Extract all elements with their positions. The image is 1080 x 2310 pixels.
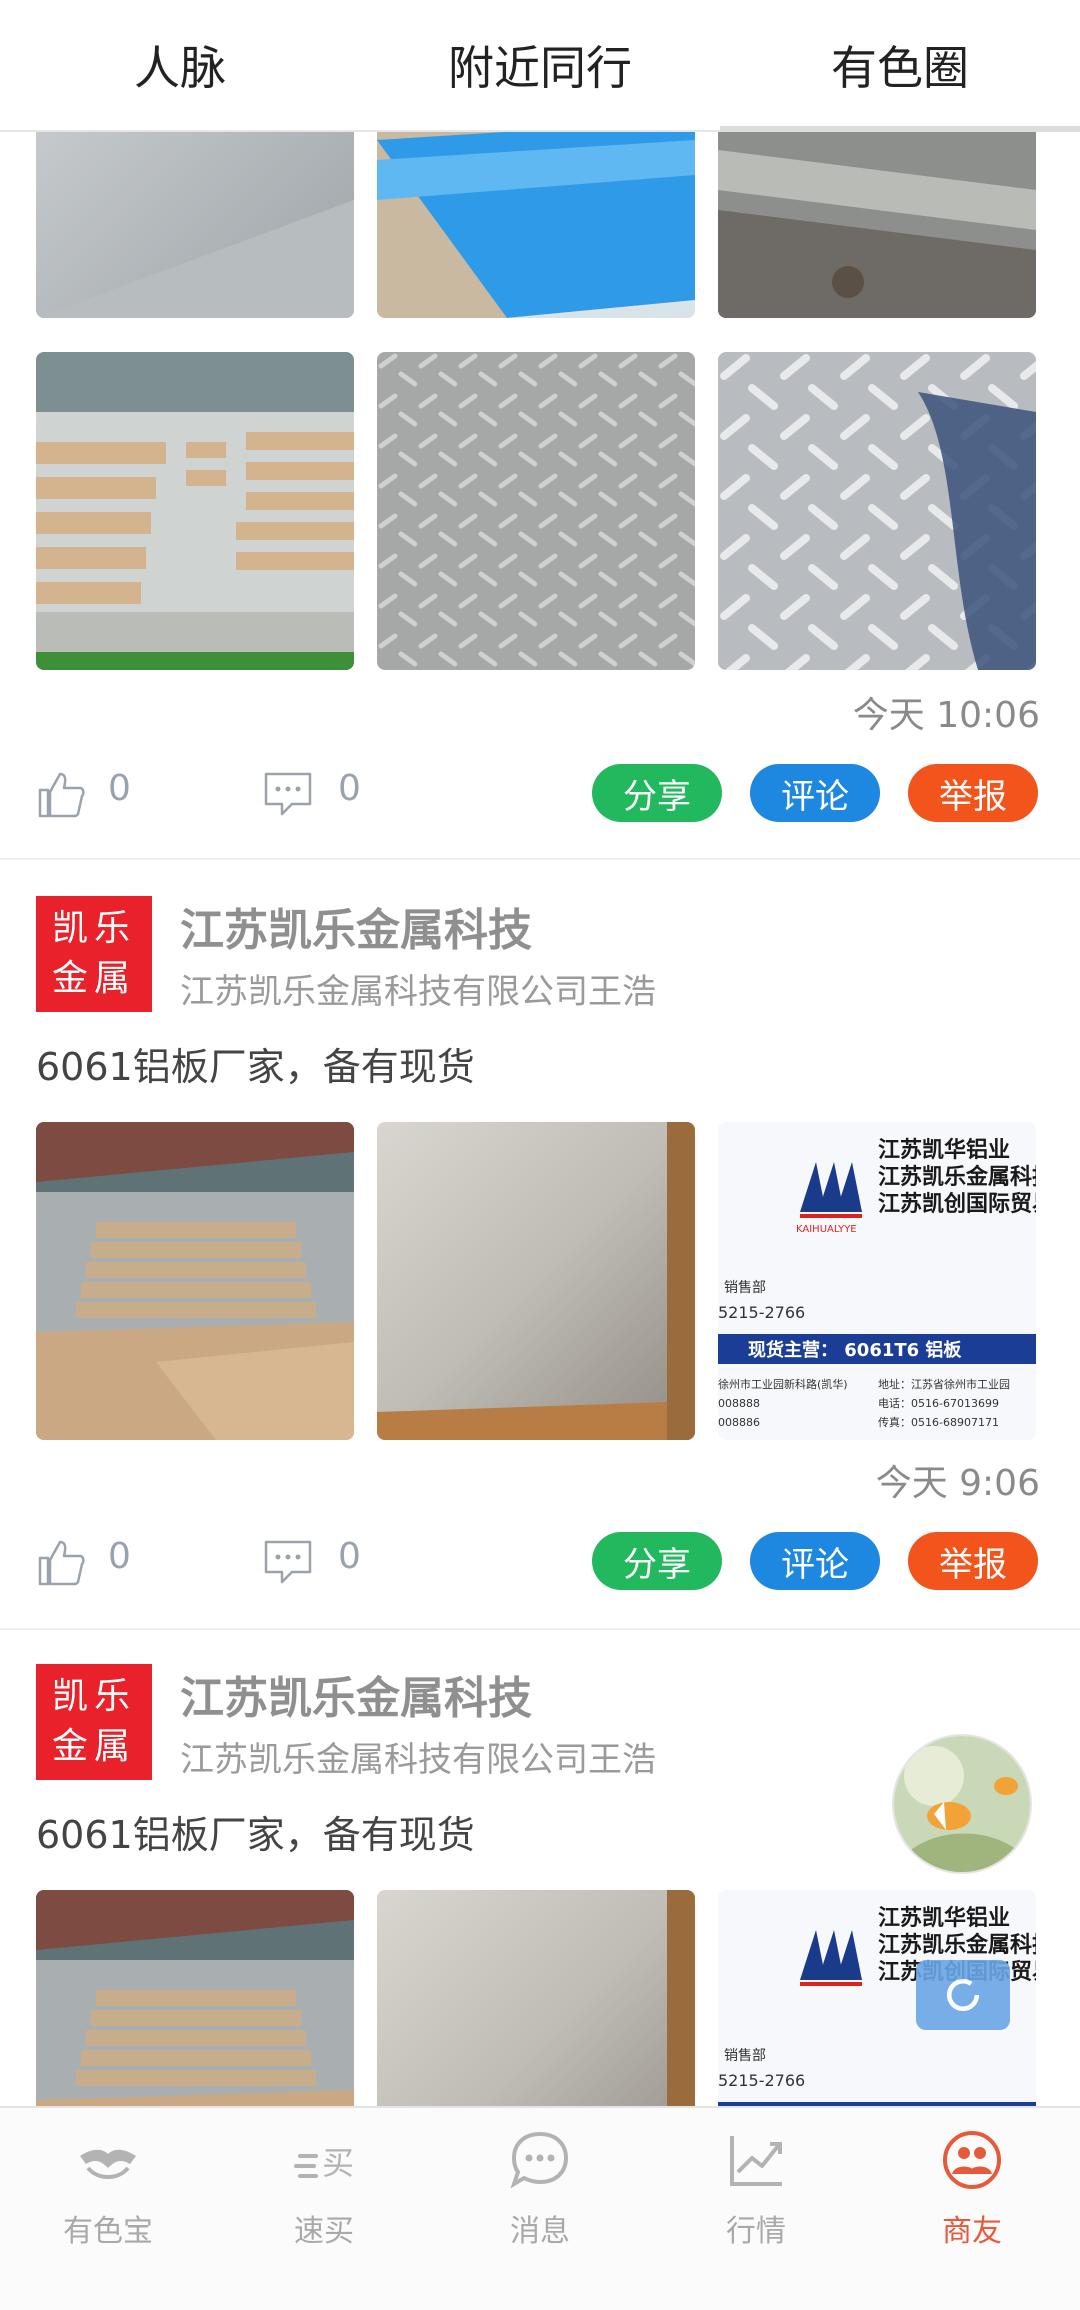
comment-icon[interactable] <box>262 768 314 820</box>
floating-avatar[interactable] <box>892 1734 1032 1874</box>
share-button[interactable]: 分享 <box>592 1532 722 1590</box>
card-text: 江苏凯创国际贸易 <box>878 1191 1036 1217</box>
message-bubble-icon <box>510 2131 569 2189</box>
report-button[interactable]: 举报 <box>908 1532 1038 1590</box>
card-text: 5215-2766 <box>718 1303 805 1322</box>
post-image[interactable] <box>718 352 1036 670</box>
trend-chart-icon <box>730 2136 782 2186</box>
svg-text:买: 买 <box>322 2144 354 2182</box>
comment-button[interactable]: 评论 <box>750 764 880 822</box>
like-count: 0 <box>108 1536 131 1577</box>
nav-item-market[interactable]: 行情 <box>648 2108 864 2310</box>
post-image[interactable] <box>718 132 1036 318</box>
card-text: 地址：江苏省徐州市工业园 <box>878 1377 1010 1391</box>
card-text: 008886 <box>718 1416 760 1429</box>
post-divider <box>0 858 1080 860</box>
handshake-icon <box>80 2149 136 2179</box>
post-image[interactable] <box>377 132 695 318</box>
comment-icon[interactable] <box>262 1536 314 1588</box>
nav-label: 有色宝 <box>63 2214 153 2249</box>
nav-item-quick-buy[interactable]: 买 速买 <box>216 2108 432 2310</box>
company-logo[interactable]: 凯乐 金属 <box>36 1664 152 1780</box>
comment-button[interactable]: 评论 <box>750 1532 880 1590</box>
post-timestamp: 今天 10:06 <box>852 695 1040 736</box>
post-image[interactable]: 江苏凯华铝业 江苏凯乐金属科技 江苏凯创国际贸易 KAIHUALYYE 销售部 … <box>718 1122 1036 1440</box>
card-text: 现货主营： 6061T6 铝板 <box>748 1339 962 1361</box>
logo-text: 凯乐 <box>51 908 136 949</box>
company-logo[interactable]: 凯乐 金属 <box>36 896 152 1012</box>
report-button[interactable]: 举报 <box>908 764 1038 822</box>
tab-metal-circle[interactable]: 有色圈 <box>720 0 1080 130</box>
comment-count: 0 <box>338 768 361 809</box>
card-text: 销售部 <box>724 1280 766 1296</box>
nav-label: 消息 <box>510 2214 570 2249</box>
post-actions: 0 0 分享 评论 举报 <box>0 754 1080 834</box>
top-tab-bar: 人脉 附近同行 有色圈 <box>0 0 1080 132</box>
card-text: KAIHUALYYE <box>796 1224 857 1235</box>
logo-text: 凯乐 <box>51 1676 136 1717</box>
post-image[interactable] <box>36 1122 354 1440</box>
nav-label: 行情 <box>726 2214 786 2249</box>
post-divider <box>0 1628 1080 1630</box>
poster-subtitle: 江苏凯乐金属科技有限公司王浩 <box>180 972 656 1012</box>
tab-nearby-peers[interactable]: 附近同行 <box>360 0 720 130</box>
like-count: 0 <box>108 768 131 809</box>
card-text: 江苏凯乐金属科技 <box>878 1932 1036 1958</box>
share-button[interactable]: 分享 <box>592 764 722 822</box>
card-text: 江苏凯华铝业 <box>878 1905 1010 1931</box>
post-image[interactable] <box>377 1122 695 1440</box>
card-text: 销售部 <box>724 2048 766 2064</box>
active-tab-indicator <box>720 126 1080 132</box>
bottom-nav: 有色宝 买 速买 消息 行情 商友 <box>0 2106 1080 2310</box>
post-image[interactable] <box>36 352 354 670</box>
card-text: 5215-2766 <box>718 2071 805 2090</box>
refresh-icon <box>946 1978 980 2012</box>
comment-count: 0 <box>338 1536 361 1577</box>
thumbs-up-icon[interactable] <box>36 1536 88 1588</box>
tab-connections[interactable]: 人脉 <box>0 0 360 130</box>
company-name[interactable]: 江苏凯乐金属科技 <box>180 894 532 958</box>
friends-icon <box>943 2131 1001 2189</box>
logo-text: 金属 <box>51 958 136 999</box>
poster-subtitle: 江苏凯乐金属科技有限公司王浩 <box>180 1740 656 1780</box>
card-text: 江苏凯乐金属科技 <box>878 1164 1036 1190</box>
card-text: 008888 <box>718 1397 760 1410</box>
post-text: 6061铝板厂家，备有现货 <box>36 1813 475 1857</box>
company-name[interactable]: 江苏凯乐金属科技 <box>180 1662 532 1726</box>
post-actions: 0 0 分享 评论 举报 <box>0 1522 1080 1602</box>
nav-label: 速买 <box>294 2214 354 2249</box>
nav-item-youseibao[interactable]: 有色宝 <box>0 2108 216 2310</box>
post-image[interactable] <box>36 1890 354 2106</box>
post-text: 6061铝板厂家，备有现货 <box>36 1045 475 1089</box>
card-text: 传真：0516-68907171 <box>878 1415 999 1429</box>
card-text: 江苏凯华铝业 <box>878 1137 1010 1163</box>
thumbs-up-icon[interactable] <box>36 768 88 820</box>
post-image[interactable] <box>36 132 354 318</box>
post-image[interactable] <box>377 1890 695 2106</box>
card-text: 徐州市工业园新科路(凯华) <box>718 1377 848 1391</box>
nav-label: 商友 <box>942 2214 1002 2249</box>
logo-text: 金属 <box>51 1726 136 1767</box>
card-text: 电话：0516-67013699 <box>878 1397 999 1410</box>
post-timestamp: 今天 9:06 <box>875 1463 1040 1504</box>
nav-item-business-friends[interactable]: 商友 <box>864 2108 1080 2310</box>
quick-buy-icon: 买 <box>294 2144 354 2182</box>
post-image[interactable] <box>377 352 695 670</box>
nav-item-messages[interactable]: 消息 <box>432 2108 648 2310</box>
refresh-button[interactable] <box>916 1960 1010 2030</box>
